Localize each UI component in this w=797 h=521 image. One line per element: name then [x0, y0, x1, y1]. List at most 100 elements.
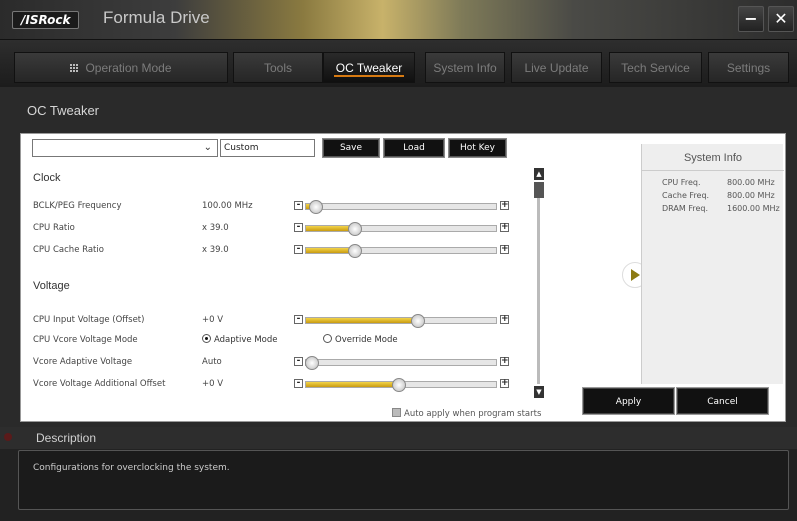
tab-system-info[interactable]: System Info	[425, 52, 505, 83]
setting-value: 100.00 MHz	[202, 201, 253, 211]
decrease-button[interactable]: -	[294, 315, 303, 324]
setting-label: CPU Vcore Voltage Mode	[33, 335, 138, 345]
app-title: Formula Drive	[103, 8, 210, 27]
decrease-button[interactable]: -	[294, 223, 303, 232]
decrease-button[interactable]: -	[294, 201, 303, 210]
grid-icon	[70, 64, 80, 73]
setting-value: Auto	[202, 357, 222, 367]
increase-button[interactable]: +	[500, 379, 509, 388]
tab-oc-tweaker[interactable]: OC Tweaker	[323, 52, 415, 83]
tab-tech-service[interactable]: Tech Service	[609, 52, 702, 83]
setting-label: Vcore Voltage Additional Offset	[33, 379, 166, 389]
decrease-button[interactable]: -	[294, 379, 303, 388]
setting-value: x 39.0	[202, 223, 229, 233]
slider-track[interactable]	[305, 244, 497, 258]
increase-button[interactable]: +	[500, 245, 509, 254]
app-window: /ISRock Formula Drive − ✕ Operation Mode…	[0, 0, 797, 521]
profile-name-input[interactable]: Custom	[220, 139, 315, 157]
chevron-down-icon: ⌄	[203, 142, 212, 153]
radio-dot	[323, 334, 332, 343]
vcore-adaptive-slider[interactable]: - +	[294, 356, 509, 370]
slider-knob[interactable]	[308, 200, 323, 214]
scrollbar-track[interactable]	[537, 182, 540, 384]
radio-label: Adaptive Mode	[214, 335, 278, 345]
scroll-up-icon[interactable]: ▲	[534, 168, 544, 180]
tab-tools[interactable]: Tools	[233, 52, 323, 83]
tab-label: Operation Mode	[85, 61, 172, 75]
cancel-button[interactable]: Cancel	[676, 387, 769, 415]
sysinfo-label: Cache Freq.	[662, 191, 710, 200]
tab-operation-mode[interactable]: Operation Mode	[14, 52, 228, 83]
setting-label: BCLK/PEG Frequency	[33, 201, 122, 211]
slider-knob[interactable]	[411, 314, 426, 328]
description-header: Description	[0, 427, 797, 449]
cache-ratio-slider[interactable]: - +	[294, 244, 509, 258]
increase-button[interactable]: +	[500, 315, 509, 324]
scrollbar-thumb[interactable]	[534, 182, 544, 198]
hot-key-button[interactable]: Hot Key	[448, 138, 507, 158]
increase-button[interactable]: +	[500, 223, 509, 232]
slider-track[interactable]	[305, 200, 497, 214]
slider-knob[interactable]	[348, 222, 363, 236]
auto-apply-checkbox[interactable]: Auto apply when program starts	[392, 408, 541, 419]
radio-dot	[202, 334, 211, 343]
group-voltage-heading: Voltage	[33, 280, 70, 292]
description-box: Configurations for overclocking the syst…	[18, 450, 789, 510]
apply-button[interactable]: Apply	[582, 387, 675, 415]
slider-track[interactable]	[305, 222, 497, 236]
setting-value: +0 V	[202, 315, 224, 325]
minimize-button[interactable]: −	[738, 6, 764, 32]
increase-button[interactable]: +	[500, 357, 509, 366]
description-text: Configurations for overclocking the syst…	[33, 463, 230, 473]
sysinfo-cpu-freq: CPU Freq. 800.00 MHz	[662, 178, 782, 187]
divider	[642, 170, 784, 171]
slider-track[interactable]	[305, 314, 497, 328]
radio-label: Override Mode	[335, 335, 398, 345]
group-clock-heading: Clock	[33, 172, 61, 184]
adaptive-mode-radio[interactable]: Adaptive Mode	[202, 334, 277, 345]
brand-logo: /ISRock	[12, 11, 80, 29]
setting-label: CPU Input Voltage (Offset)	[33, 315, 145, 325]
sysinfo-value: 800.00 MHz	[727, 191, 775, 200]
increase-button[interactable]: +	[500, 201, 509, 210]
slider-fill	[306, 318, 419, 323]
setting-label: CPU Cache Ratio	[33, 245, 104, 255]
load-profile-button[interactable]: Load Profile	[383, 138, 445, 169]
oc-panel: ⌄ Custom Save Profile Load Profile Hot K…	[20, 133, 786, 422]
title-bar: /ISRock Formula Drive − ✕	[0, 0, 797, 40]
row-cpu-ratio: CPU Ratio x 39.0 - +	[33, 220, 511, 236]
bclk-slider[interactable]: - +	[294, 200, 509, 214]
tab-live-update[interactable]: Live Update	[511, 52, 602, 83]
main-nav: Operation Mode Tools OC Tweaker System I…	[0, 40, 797, 87]
setting-value: +0 V	[202, 379, 224, 389]
row-bclk: BCLK/PEG Frequency 100.00 MHz - +	[33, 198, 511, 214]
scroll-down-icon[interactable]: ▼	[534, 386, 544, 398]
row-cache-ratio: CPU Cache Ratio x 39.0 - +	[33, 242, 511, 258]
vertical-scrollbar[interactable]: ▲ ▼	[534, 168, 544, 398]
tab-settings[interactable]: Settings	[708, 52, 789, 83]
sysinfo-dram-freq: DRAM Freq. 1600.00 MHz	[662, 204, 782, 213]
cpu-ratio-slider[interactable]: - +	[294, 222, 509, 236]
slider-knob[interactable]	[348, 244, 363, 258]
system-info-panel: System Info CPU Freq. 800.00 MHz Cache F…	[641, 144, 784, 384]
decrease-button[interactable]: -	[294, 357, 303, 366]
save-profile-button[interactable]: Save Profile	[322, 138, 380, 169]
setting-label: Vcore Adaptive Voltage	[33, 357, 133, 367]
profile-dropdown[interactable]: ⌄	[32, 139, 218, 157]
decrease-button[interactable]: -	[294, 245, 303, 254]
vcore-offset-slider[interactable]: - +	[294, 378, 509, 392]
slider-track[interactable]	[304, 356, 497, 370]
close-button[interactable]: ✕	[768, 6, 794, 32]
slider-track[interactable]	[305, 378, 497, 392]
override-mode-radio[interactable]: Override Mode	[323, 334, 398, 345]
setting-value: x 39.0	[202, 245, 229, 255]
row-vcore-offset: Vcore Voltage Additional Offset +0 V - +	[33, 376, 511, 392]
sysinfo-value: 800.00 MHz	[727, 178, 775, 187]
input-voltage-slider[interactable]: - +	[294, 314, 509, 328]
slider-knob[interactable]	[392, 378, 407, 392]
description-title: Description	[36, 431, 97, 445]
slider-knob[interactable]	[304, 356, 319, 370]
sysinfo-label: DRAM Freq.	[662, 204, 708, 213]
description-icon	[4, 433, 12, 441]
row-vcore-adaptive: Vcore Adaptive Voltage Auto - +	[33, 354, 511, 370]
